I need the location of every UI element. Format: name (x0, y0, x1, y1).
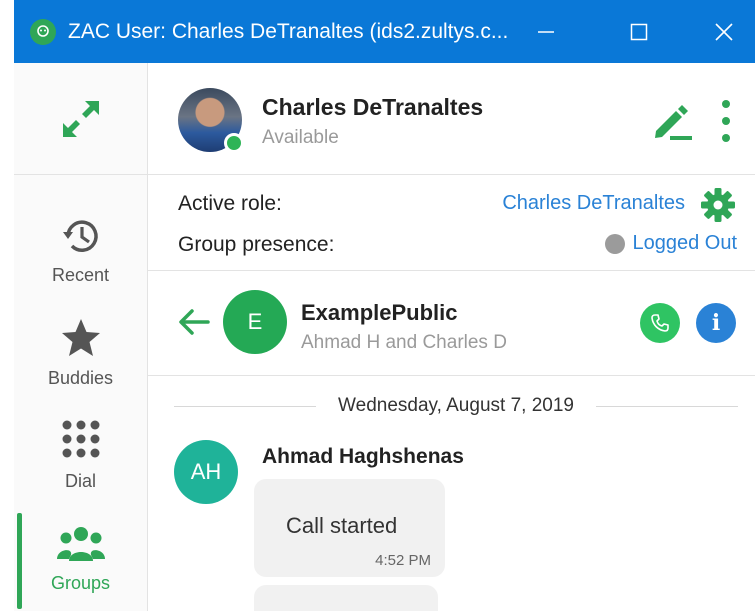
active-role-label: Active role: (178, 192, 282, 215)
history-icon (62, 220, 98, 252)
close-button[interactable] (694, 0, 754, 63)
message-text: Call started (286, 513, 398, 538)
rail-item-label: Groups (50, 573, 111, 593)
date-label: Wednesday, August 7, 2019 (338, 395, 574, 416)
groups-icon (56, 527, 105, 561)
edit-button[interactable] (648, 99, 696, 143)
group-presence-link[interactable]: Logged Out (632, 232, 737, 255)
group-presence-label: Group presence: (178, 233, 335, 256)
minimize-button[interactable] (516, 0, 576, 63)
role-settings-button[interactable] (700, 187, 736, 223)
rail-item-dial[interactable]: Dial (14, 411, 147, 511)
pencil-icon (655, 105, 692, 140)
back-arrow-icon (179, 309, 210, 335)
message-bubble[interactable]: Call started 4:52 PM (254, 479, 445, 577)
active-role-link[interactable]: Charles DeTranaltes (502, 192, 685, 215)
rail-item-label: Dial (64, 471, 96, 491)
title-bar: ZAC User: Charles DeTranaltes (ids2.zult… (14, 0, 755, 63)
message-time: 4:52 PM (375, 552, 431, 569)
conversation-name: ExamplePublic (301, 300, 458, 325)
more-vertical-icon (722, 100, 730, 108)
sender-name: Ahmad Haghshenas (262, 445, 464, 468)
minimize-icon (538, 30, 554, 33)
rail-item-label: Buddies (47, 368, 114, 388)
info-icon: i (711, 310, 721, 336)
close-icon (715, 22, 733, 41)
rail-item-label: Recent (51, 265, 110, 285)
roles-panel: Active role: Charles DeTranaltes Group p (148, 176, 755, 271)
date-separator: Wednesday, August 7, 2019 (174, 394, 739, 418)
rail-item-recent[interactable]: Recent (14, 205, 147, 305)
conversation-members: Ahmad H and Charles D (301, 332, 507, 353)
main-panel: Charles DeTranaltes Available Active rol… (148, 63, 755, 611)
dialpad-icon (62, 420, 99, 458)
expand-button[interactable] (14, 63, 147, 175)
nav-rail: Recent Buddies Dial Groups (14, 63, 148, 611)
message-bubble[interactable] (254, 585, 438, 611)
conversation-header: E ExamplePublic Ahmad H and Charles D i (148, 272, 755, 376)
presence-dot (605, 233, 626, 254)
user-status[interactable]: Available (262, 127, 339, 149)
sender-avatar: AH (174, 440, 238, 504)
star-icon (61, 319, 100, 356)
maximize-icon (630, 23, 648, 40)
call-button[interactable] (640, 303, 680, 343)
window-title: ZAC User: Charles DeTranaltes (ids2.zult… (68, 19, 509, 43)
phone-icon (651, 314, 669, 332)
back-button[interactable] (174, 302, 214, 342)
info-button[interactable]: i (696, 303, 736, 343)
expand-arrows-icon (62, 100, 99, 137)
presence-dot (224, 133, 244, 153)
user-name: Charles DeTranaltes (262, 94, 484, 120)
rail-item-buddies[interactable]: Buddies (14, 308, 147, 408)
more-options-button[interactable] (714, 97, 738, 145)
rail-item-groups[interactable]: Groups (14, 513, 147, 611)
maximize-button[interactable] (609, 0, 669, 63)
profile-header: Charles DeTranaltes Available (148, 63, 755, 175)
conversation-avatar: E (223, 290, 287, 354)
zac-logo-icon (30, 18, 56, 45)
gear-icon (701, 188, 735, 222)
group-presence-status[interactable]: Logged Out (605, 232, 737, 255)
